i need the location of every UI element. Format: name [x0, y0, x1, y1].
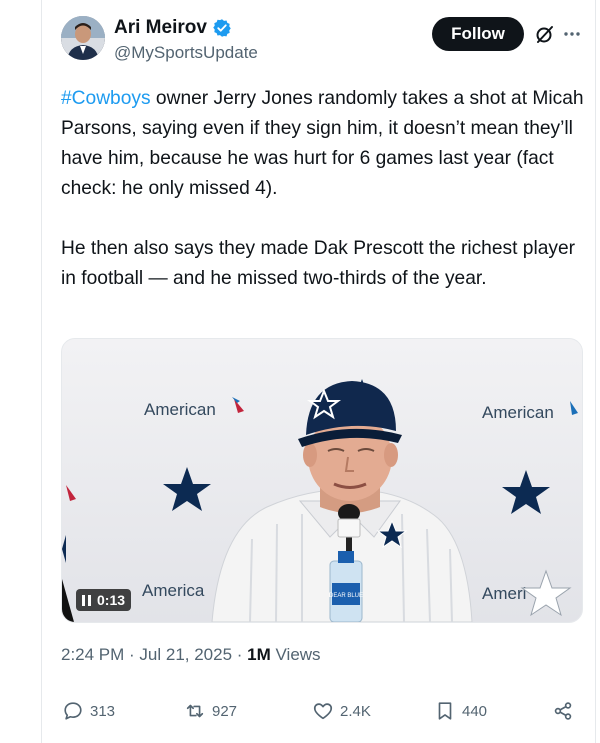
verified-badge-icon	[212, 18, 232, 38]
backdrop-logo-2: American	[482, 403, 554, 422]
action-bar: 313 927 2.4K 440	[62, 700, 577, 728]
backdrop-logo-3: America	[142, 581, 205, 600]
views-label: Views	[270, 645, 321, 664]
pause-icon[interactable]	[82, 594, 91, 606]
tweet-date[interactable]: Jul 21, 2025	[139, 645, 232, 664]
video-timer-badge[interactable]: 0:13	[76, 589, 132, 611]
video-duration: 0:13	[97, 592, 126, 608]
reply-count: 313	[90, 702, 116, 720]
like-count: 2.4K	[340, 702, 371, 720]
share-button[interactable]	[552, 700, 574, 722]
right-border	[595, 0, 596, 743]
more-options-icon[interactable]	[561, 23, 583, 45]
hashtag-link[interactable]: #Cowboys	[61, 88, 151, 109]
reply-icon	[64, 702, 82, 720]
video-player[interactable]: American American America Ameri DEAR BLU…	[61, 338, 583, 623]
share-icon	[554, 702, 572, 720]
tweet-paragraph-1: #Cowboys owner Jerry Jones randomly take…	[61, 84, 591, 204]
meta-separator-2: ·	[232, 645, 248, 664]
bookmark-button[interactable]: 440	[434, 700, 487, 722]
repost-icon	[186, 704, 204, 718]
views-count: 1M	[247, 645, 271, 664]
meta-separator: ·	[124, 645, 140, 664]
backdrop-logo-1: American	[144, 400, 216, 419]
bottle-label: DEAR BLUE	[329, 593, 363, 599]
author-name-row[interactable]: Ari Meirov	[114, 17, 232, 39]
bookmark-icon	[438, 702, 452, 720]
author-handle[interactable]: @MySportsUpdate	[114, 43, 258, 63]
repost-button[interactable]: 927	[184, 700, 237, 722]
author-name[interactable]: Ari Meirov	[114, 17, 207, 39]
follow-button[interactable]: Follow	[432, 17, 524, 51]
avatar[interactable]	[61, 16, 105, 60]
tweet-paragraph-2: He then also says they made Dak Prescott…	[61, 238, 576, 289]
tweet-time[interactable]: 2:24 PM	[61, 645, 124, 664]
tweet-meta: 2:24 PM · Jul 21, 2025 · 1M Views	[61, 645, 321, 665]
tweet: Ari Meirov @MySportsUpdate Follow #Cowbo…	[42, 0, 595, 743]
bookmark-count: 440	[462, 702, 488, 720]
reply-button[interactable]: 313	[62, 700, 115, 722]
repost-count: 927	[212, 702, 238, 720]
like-button[interactable]: 2.4K	[312, 700, 371, 722]
grok-icon[interactable]	[534, 23, 556, 45]
tweet-text: #Cowboys owner Jerry Jones randomly take…	[61, 84, 591, 294]
backdrop-logo-4: Ameri	[482, 584, 526, 603]
heart-icon	[313, 703, 333, 720]
